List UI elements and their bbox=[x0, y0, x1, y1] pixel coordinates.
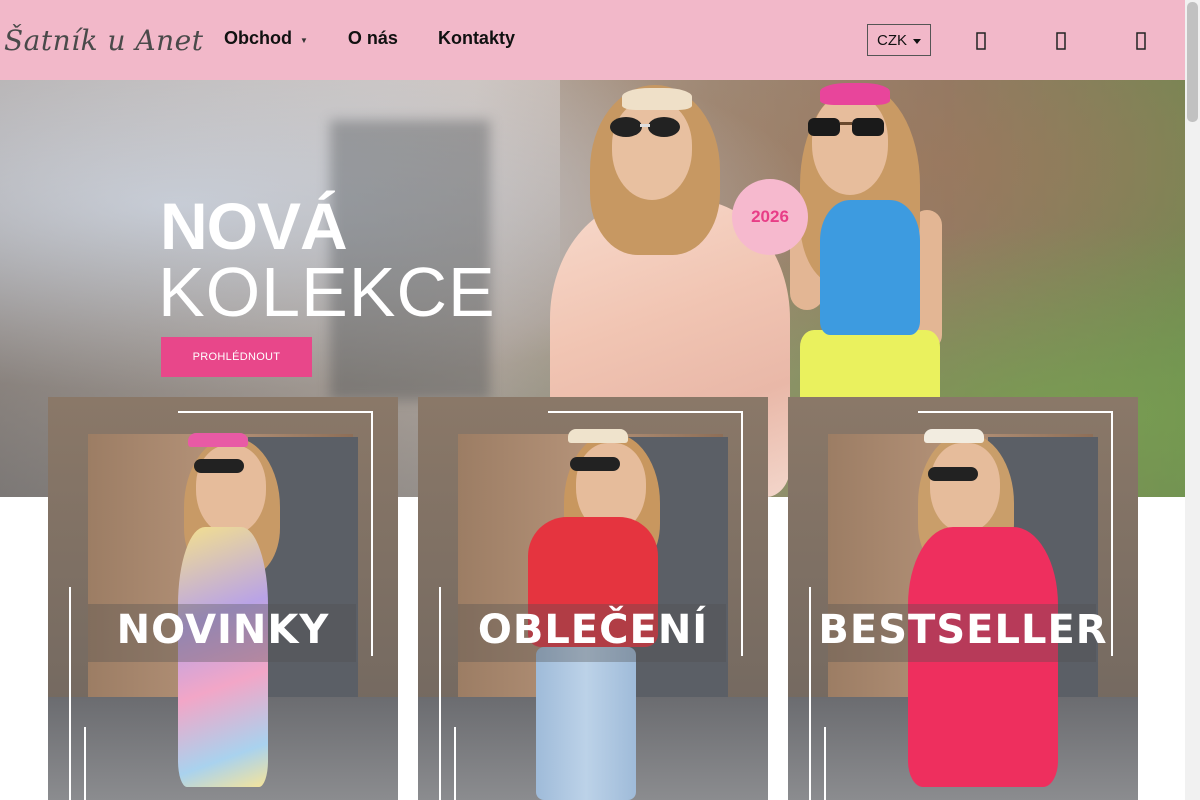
hero-cta-button[interactable]: PROHLÉDNOUT bbox=[161, 337, 312, 377]
user-icon[interactable] bbox=[1050, 29, 1072, 53]
frame-line bbox=[454, 727, 456, 800]
search-icon[interactable] bbox=[970, 29, 992, 53]
sunglasses-icon bbox=[928, 467, 978, 481]
hero-model-right-headband bbox=[820, 83, 890, 105]
category-label: NOVINKY bbox=[116, 607, 330, 653]
frame-line bbox=[824, 727, 826, 800]
frame-line bbox=[548, 411, 743, 413]
currency-select[interactable]: CZK bbox=[867, 24, 931, 56]
nav-item-label: Obchod bbox=[224, 28, 292, 48]
nav-item-o-nas[interactable]: O nás bbox=[348, 28, 398, 49]
scrollbar-thumb[interactable] bbox=[1187, 2, 1198, 122]
hero-model-left-face bbox=[612, 100, 692, 200]
sunglasses-icon bbox=[194, 459, 244, 473]
category-card-bestseller[interactable]: BESTSELLER bbox=[788, 397, 1138, 800]
nav-item-label: Kontakty bbox=[437, 28, 515, 48]
category-label: OBLEČENÍ bbox=[477, 607, 709, 653]
model-headband bbox=[188, 433, 248, 447]
nav-item-kontakty[interactable]: Kontakty bbox=[438, 28, 515, 49]
model-headband bbox=[568, 429, 628, 443]
caret-down-icon bbox=[913, 38, 921, 44]
site-header: Šatník u Anet Obchod ▼ O nás Kontakty CZ… bbox=[0, 0, 1185, 80]
category-card-obleceni[interactable]: OBLEČENÍ bbox=[418, 397, 768, 800]
currency-value: CZK bbox=[877, 31, 907, 49]
frame-line bbox=[84, 727, 86, 800]
nav-item-obchod[interactable]: Obchod ▼ bbox=[224, 28, 308, 49]
frame-line bbox=[178, 411, 373, 413]
hero-model-right-top bbox=[820, 200, 920, 335]
category-card-novinky[interactable]: NOVINKY bbox=[48, 397, 398, 800]
model-face bbox=[930, 443, 1000, 533]
model-jeans bbox=[536, 647, 636, 800]
category-label: BESTSELLER bbox=[818, 607, 1108, 653]
site-logo[interactable]: Šatník u Anet bbox=[4, 24, 204, 57]
hero-title-line2: KOLEKCE bbox=[158, 253, 496, 331]
model-headband bbox=[924, 429, 984, 443]
hero-model-right-face bbox=[812, 95, 888, 195]
cart-icon[interactable] bbox=[1130, 29, 1152, 53]
nav-item-label: O nás bbox=[347, 28, 398, 48]
page-scrollbar[interactable] bbox=[1185, 0, 1200, 800]
sunglasses-icon bbox=[610, 117, 680, 137]
sunglasses-icon bbox=[808, 118, 884, 136]
year-badge: 2026 bbox=[732, 179, 808, 255]
main-nav: Obchod ▼ O nás Kontakty bbox=[224, 28, 515, 49]
sunglasses-icon bbox=[570, 457, 620, 471]
hero-model-left-headband bbox=[622, 88, 692, 110]
frame-line bbox=[918, 411, 1113, 413]
chevron-down-icon: ▼ bbox=[300, 35, 308, 45]
